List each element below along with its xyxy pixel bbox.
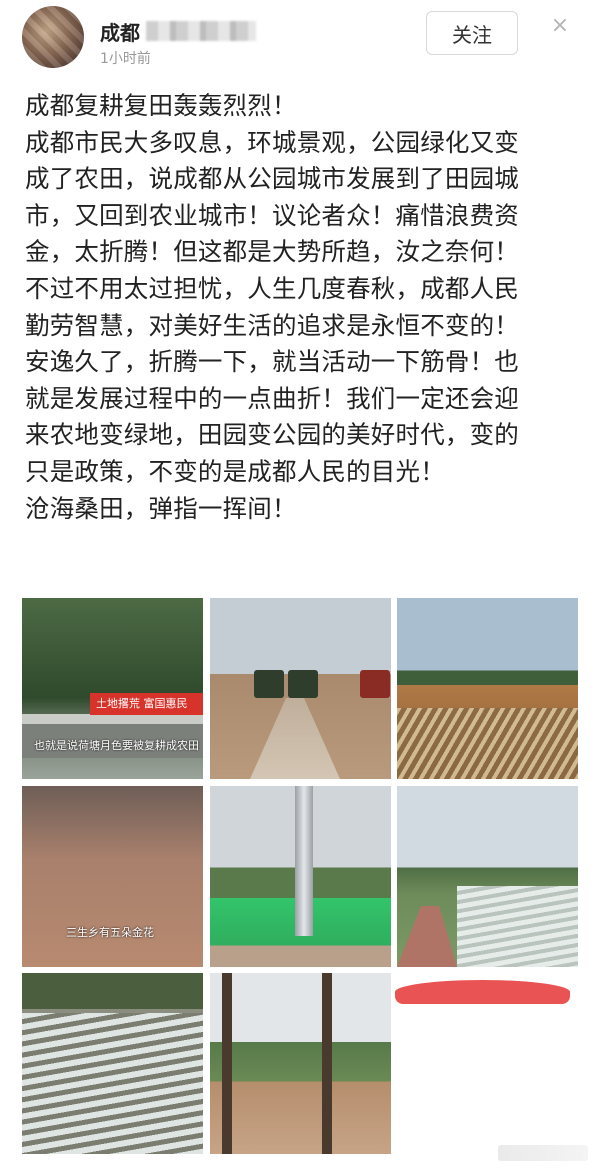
content-line: 勤劳智慧，对美好生活的追求是永恒不变的！ (25, 310, 519, 340)
content-line: 沧海桑田，弹指一挥间！ (25, 493, 297, 523)
post-time: 1小时前 (100, 51, 151, 67)
close-icon[interactable]: × (548, 14, 572, 38)
photo-tile-2[interactable] (210, 598, 391, 779)
post-header: 成都 1小时前 关注 × (0, 0, 600, 80)
photo-tile-1[interactable]: 土地撂荒 富国惠民 也就是说荷塘月色要被复耕成农田 (22, 598, 203, 779)
watermark (498, 1145, 588, 1161)
username-blurred (146, 21, 256, 41)
photo-tile-3[interactable] (397, 598, 578, 779)
tractor (360, 670, 390, 698)
dirt-road (250, 698, 340, 779)
tractor (254, 670, 284, 698)
photo-caption: 也就是说荷塘月色要被复耕成农田 (34, 739, 199, 752)
username[interactable]: 成都 (100, 17, 140, 46)
follow-button[interactable]: 关注 (426, 11, 518, 55)
plastic-rows (22, 1013, 203, 1154)
photo-tile-6[interactable] (397, 786, 578, 967)
content-line: 金，太折腾！但这都是大势所趋，汝之奈何！ (25, 237, 519, 267)
content-line: 只是政策，不变的是成都人民的目光！ (25, 456, 445, 486)
content-line: 成了农田，说成都从公园城市发展到了田园城 (25, 164, 519, 194)
tree-trunk (322, 973, 332, 1154)
content-line: 安逸久了，折腾一下，就当活动一下筋骨！也 (25, 347, 519, 377)
content-line: 成都复耕复田轰轰烈烈！ (25, 91, 297, 120)
red-path (397, 906, 457, 967)
photo-tile-5[interactable] (210, 786, 391, 967)
photo-tile-7[interactable] (22, 973, 203, 1154)
content-line: 不过不用太过担忧，人生几度春秋，成都人民 (25, 273, 519, 303)
plowed-straw (397, 708, 578, 779)
content-line: 成都市民大多叹息，环城景观，公园绿化又变 (25, 127, 519, 157)
red-mark (395, 980, 570, 1004)
photo-caption: 三生乡有五朵金花 (66, 926, 154, 939)
post-content: 成都复耕复田轰轰烈烈！ 成都市民大多叹息，环城景观，公园绿化又变 成了农田，说成… (25, 88, 585, 527)
username-row[interactable]: 成都 (100, 16, 256, 46)
content-line: 来农地变绿地，田园变公园的美好时代，变的 (25, 420, 519, 450)
red-banner: 土地撂荒 富国惠民 (90, 693, 203, 715)
image-grid: 土地撂荒 富国惠民 也就是说荷塘月色要被复耕成农田 三生乡有五朵金花 (22, 598, 578, 1154)
signpost (295, 786, 313, 936)
railing (22, 714, 203, 724)
covered-field (457, 886, 578, 967)
content-line: 市，又回到农业城市！议论者众！痛惜浪费资 (25, 200, 519, 230)
avatar[interactable] (22, 6, 84, 68)
photo-tile-4[interactable]: 三生乡有五朵金花 (22, 786, 203, 967)
content-line: 就是发展过程中的一点曲折！我们一定还会迎 (25, 383, 519, 413)
photo-tile-8[interactable] (210, 973, 391, 1154)
tree-trunk (222, 973, 232, 1154)
tractor (288, 670, 318, 698)
